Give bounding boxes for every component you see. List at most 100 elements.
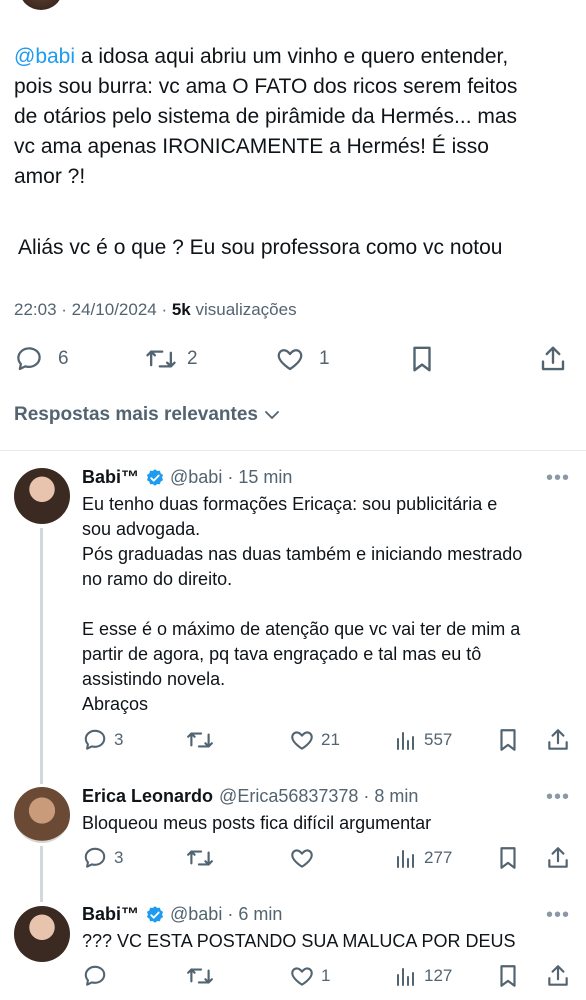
tweet-timestamp[interactable]: 22:03 · 24/10/2024 · xyxy=(14,300,172,319)
reply-action-bar: 1 127 xyxy=(0,963,586,993)
bookmark-icon xyxy=(500,729,516,751)
bookmark-button[interactable] xyxy=(496,727,520,753)
reply-line: sou advogada. xyxy=(82,519,201,539)
reply-handle[interactable]: @babi · 15 min xyxy=(170,467,292,488)
reply-button[interactable]: 3 xyxy=(82,727,123,753)
heart-icon xyxy=(277,349,303,371)
reply-icon xyxy=(84,847,106,868)
more-options-icon[interactable]: ••• xyxy=(546,904,570,927)
reply-handle[interactable]: @Erica56837378 · 8 min xyxy=(219,786,418,807)
reply-header: Erica Leonardo @Erica56837378 · 8 min xyxy=(82,786,418,807)
heart-icon xyxy=(291,731,313,750)
retweet-icon xyxy=(146,350,176,368)
reply-line: no ramo do direito. xyxy=(82,569,233,589)
tweet-line: amor ?! xyxy=(14,165,86,188)
avatar[interactable] xyxy=(14,787,70,843)
views-count: 127 xyxy=(424,966,453,985)
reply-line: ??? VC ESTA POSTANDO SUA MALUCA POR DEUS xyxy=(82,931,516,951)
reply-handle[interactable]: @babi · 6 min xyxy=(170,904,282,925)
avatar[interactable] xyxy=(14,906,70,962)
share-button[interactable] xyxy=(545,727,571,753)
reply-line: assistindo novela. xyxy=(82,669,226,689)
views-count: 5k xyxy=(171,300,191,319)
reply-line: E esse é o máximo de atenção que vc vai … xyxy=(82,619,521,639)
analytics-icon xyxy=(397,732,414,750)
bookmark-button[interactable] xyxy=(496,963,520,989)
author-avatar[interactable] xyxy=(20,0,62,10)
retweet-button[interactable] xyxy=(186,727,214,753)
retweet-count: 2 xyxy=(187,348,198,369)
reply-line: Bloqueou meus posts fica difícil argumen… xyxy=(82,813,432,833)
reply-line: Pós graduadas nas duas também e iniciand… xyxy=(82,544,523,564)
retweet-button[interactable]: 2 xyxy=(145,344,198,374)
reply-line: Eu tenho duas formações Ericaça: sou pub… xyxy=(82,494,498,514)
like-button[interactable]: 1 xyxy=(289,963,330,989)
retweet-icon xyxy=(187,968,213,984)
more-options-icon[interactable]: ••• xyxy=(546,786,570,809)
views-button[interactable]: 127 xyxy=(394,963,452,989)
views-label: visualizações xyxy=(190,300,297,319)
reply-body: ??? VC ESTA POSTANDO SUA MALUCA POR DEUS xyxy=(82,929,572,954)
share-button[interactable] xyxy=(545,845,571,871)
more-options-icon[interactable]: ••• xyxy=(546,467,570,490)
bookmark-icon xyxy=(500,965,516,987)
reply-header: Babi™ @babi · 6 min xyxy=(82,904,282,925)
reply-icon xyxy=(84,729,106,750)
analytics-icon xyxy=(397,968,414,986)
bookmark-button[interactable] xyxy=(496,845,520,871)
views-button[interactable]: 277 xyxy=(394,845,452,871)
like-button[interactable] xyxy=(289,845,315,871)
reply-author-name[interactable]: Babi™ xyxy=(82,904,139,925)
views-count: 557 xyxy=(424,730,453,749)
reply-body: Eu tenho duas formações Ericaça: sou pub… xyxy=(82,492,572,717)
replies-sort-label: Respostas mais relevantes xyxy=(14,404,258,425)
share-button[interactable] xyxy=(538,344,568,374)
reply-button[interactable]: 6 xyxy=(14,344,69,374)
bookmark-icon xyxy=(413,346,431,372)
retweet-button[interactable] xyxy=(186,963,214,989)
retweet-icon xyxy=(187,850,213,866)
reply-line: Abraços xyxy=(82,694,149,714)
retweet-icon xyxy=(187,732,213,748)
like-button[interactable]: 1 xyxy=(275,344,330,374)
reply-line: partir de agora, pq tava engraçado e tal… xyxy=(82,644,482,664)
reply-author-name[interactable]: Erica Leonardo xyxy=(82,786,213,807)
bookmark-button[interactable] xyxy=(408,344,436,374)
analytics-icon xyxy=(397,850,414,868)
heart-icon xyxy=(291,849,313,868)
reply-count: 3 xyxy=(114,848,124,867)
reply-button[interactable] xyxy=(82,963,108,989)
reply-author-name[interactable]: Babi™ xyxy=(82,467,139,488)
reply-count: 6 xyxy=(58,348,69,369)
share-button[interactable] xyxy=(545,963,571,989)
share-icon xyxy=(548,729,568,750)
reply-line-blank xyxy=(82,592,572,617)
reply-header: Babi™ @babi · 15 min xyxy=(82,467,292,488)
avatar[interactable] xyxy=(14,468,70,524)
verified-badge-icon xyxy=(147,905,164,923)
tweet-line: pois sou burra: vc ama O FATO dos ricos … xyxy=(14,75,518,98)
chevron-down-icon xyxy=(265,411,279,419)
section-divider xyxy=(0,450,586,451)
tweet-action-bar: 6 2 1 xyxy=(0,340,586,380)
tweet-line: de otários pelo sistema de pirâmide da H… xyxy=(14,105,518,128)
retweet-button[interactable] xyxy=(186,845,214,871)
like-button[interactable]: 21 xyxy=(289,727,340,753)
reply-button[interactable]: 3 xyxy=(82,845,123,871)
reply-body: Bloqueou meus posts fica difícil argumen… xyxy=(82,811,572,836)
tweet-line-aside: Aliás vc é o que ? Eu sou professora com… xyxy=(18,236,503,259)
mention-link[interactable]: @babi xyxy=(14,45,75,68)
heart-icon xyxy=(291,967,313,986)
views-button[interactable]: 557 xyxy=(394,727,452,753)
like-count: 1 xyxy=(319,348,330,369)
replies-sort-dropdown[interactable]: Respostas mais relevantes xyxy=(14,404,282,426)
share-icon xyxy=(548,965,568,986)
tweet-text: @babi a idosa aqui abriu um vinho e quer… xyxy=(14,42,574,192)
reply-icon xyxy=(17,347,41,371)
tweet-line: vc ama apenas IRONICAMENTE a Hermés! É i… xyxy=(14,135,489,158)
tweet-line: a idosa aqui abriu um vinho e quero ente… xyxy=(75,45,509,68)
share-icon xyxy=(548,847,568,868)
verified-badge-icon xyxy=(147,468,164,486)
reply-action-bar: 3 277 xyxy=(0,845,586,875)
like-count: 21 xyxy=(321,730,340,749)
